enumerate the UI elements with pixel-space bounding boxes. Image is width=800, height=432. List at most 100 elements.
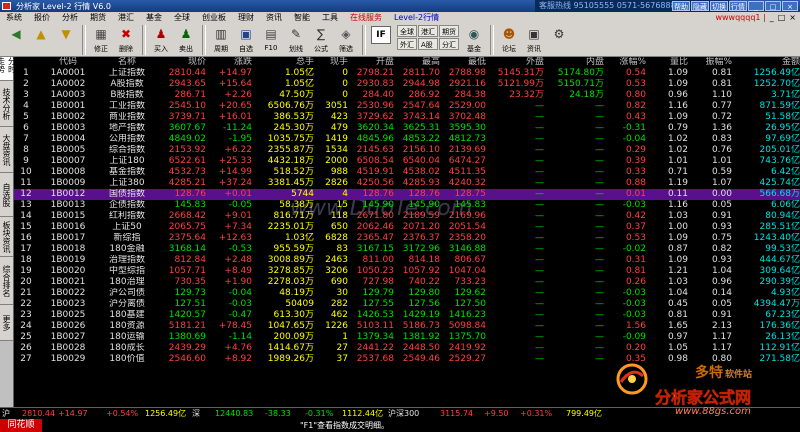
menu-analysis[interactable]: 分析 (56, 12, 84, 23)
table-row[interactable]: 24 1B0026 180资源 5181.21 +78.45 1047.65万 1226 51… (14, 321, 800, 332)
table-row[interactable]: 20 1B0021 180治理 730.35 +1.90 2278.03万 690 727.9… (14, 277, 800, 288)
column-header[interactable]: 代码 (38, 57, 98, 68)
column-header[interactable]: 涨幅% (604, 57, 646, 68)
table-row[interactable]: 8 1B0005 综合指数 2153.92 +6.22 2355.87万 1534 2145.… (14, 145, 800, 156)
table-row[interactable]: 6 1B0003 地产指数 3607.67 -11.24 245.30万 479 3620.3… (14, 123, 800, 134)
tb-fund-button[interactable]: ◉ 基金 (462, 23, 486, 55)
menu-smart[interactable]: 智能 (288, 12, 316, 23)
tb-custom-button[interactable]: ▣ 自选 (234, 23, 258, 55)
market-group-button[interactable]: 外汇 (397, 38, 417, 50)
table-row[interactable]: 12 1B0012 国债指数 128.76 +0.01 5744 4 128.76 128.76… (14, 189, 800, 200)
brand-button[interactable]: 同花顺 (0, 419, 42, 432)
maximize-button[interactable]: □ (765, 1, 781, 11)
menu-finance[interactable]: 理财 (232, 12, 260, 23)
table-row[interactable]: 19 1B0020 中型综指 1057.71 +8.49 3278.85万 3206 1050… (14, 266, 800, 277)
table-row[interactable]: 22 1B0023 沪分离债 127.51 -0.03 50409 282 127.55 127… (14, 299, 800, 310)
column-header[interactable]: 总手 (252, 57, 314, 68)
tb-filter-button[interactable]: ◈ 筛选 (334, 23, 358, 55)
table-row[interactable]: 17 1B0018 180金融 3168.14 -0.53 955.59万 83 3167.1… (14, 244, 800, 255)
left-tab[interactable]: 大盘资讯 (0, 127, 13, 173)
menu-global[interactable]: 全球 (168, 12, 196, 23)
table-cell: -0.03 (622, 288, 646, 298)
left-tab[interactable]: 技术分析 (0, 81, 13, 127)
column-header[interactable]: 最低 (440, 57, 486, 68)
left-tab[interactable]: 分时走势 (0, 57, 17, 81)
table-row[interactable]: 25 1B0027 180运输 1380.69 -1.14 200.09万 1 1379.34… (14, 332, 800, 343)
table-row[interactable]: 16 1B0017 新综指 2375.64 +12.63 1.03亿 6828 2365.47… (14, 233, 800, 244)
table-row[interactable]: 1 1A0001 上证指数 2810.44 +14.97 1.05亿 0 2798.21 281… (14, 68, 800, 79)
quote-button[interactable]: 行情 (729, 1, 747, 11)
market-group-button[interactable]: 全球 (397, 25, 417, 37)
menu-level2[interactable]: Level-2行情 (388, 12, 445, 23)
menu-futures[interactable]: 期货 (84, 12, 112, 23)
table-cell: 743.76亿 (759, 156, 800, 166)
table-row[interactable]: 14 1B0015 红利指数 2668.42 +9.01 816.71万 118 2671.8… (14, 211, 800, 222)
table-row[interactable]: 7 1B0004 公用指数 4849.02 -1.95 1035.75万 1419 4845.… (14, 134, 800, 145)
column-header[interactable]: 现价 (156, 57, 206, 68)
tb-delete-button[interactable]: ✖ 删除 (114, 23, 138, 55)
table-row[interactable]: 5 1B0002 商业指数 3739.71 +16.01 386.53万 423 3729.6… (14, 112, 800, 123)
help-button[interactable]: 帮助 (672, 1, 690, 11)
switch-button[interactable]: 切换 (710, 1, 728, 11)
table-row[interactable]: 11 1B0009 上证380 4285.21 +37.24 3381.45万 2826 42… (14, 178, 800, 189)
market-group-button[interactable]: 期货 (439, 25, 459, 37)
column-header[interactable]: 外盘 (486, 57, 544, 68)
menu-gem[interactable]: 创业板 (196, 12, 232, 23)
minimize-button[interactable]: _ (748, 1, 764, 11)
tb-bulletin-button[interactable]: ▣ 资讯 (522, 23, 546, 55)
tb-ruler-button[interactable]: ✎ 划线 (284, 23, 308, 55)
tb-back-button[interactable]: ◀ (4, 23, 28, 55)
mdi-close-button[interactable]: × (787, 13, 798, 22)
left-tab[interactable]: 更多 (0, 305, 13, 341)
tb-if-button[interactable]: IF (369, 23, 393, 55)
mdi-restore-button[interactable]: □ (776, 13, 788, 22)
column-header[interactable]: 最高 (394, 57, 440, 68)
column-header[interactable]: 内盘 (544, 57, 604, 68)
tb-f10-button[interactable]: ▤ F10 (259, 23, 283, 55)
table-row[interactable]: 23 1B0025 180基建 1420.57 -0.47 613.30万 462 1426.… (14, 310, 800, 321)
market-group-button[interactable]: 港汇 (418, 25, 438, 37)
tb-buy-button[interactable]: ♟ 买入 (149, 23, 173, 55)
tb-period-button[interactable]: ▥ 周期 (209, 23, 233, 55)
tb-sell-button[interactable]: ♟ 卖出 (174, 23, 198, 55)
tb-formula-button[interactable]: ∑ 公式 (309, 23, 333, 55)
menu-news[interactable]: 资讯 (260, 12, 288, 23)
column-header[interactable]: 现手 (314, 57, 348, 68)
table-row[interactable]: 10 1B0008 基金指数 4532.73 +14.99 518.52万 988 4519.… (14, 167, 800, 178)
table-row[interactable]: 15 1B0016 上证50 2065.75 +7.34 2235.01万 650 2062.… (14, 222, 800, 233)
table-row[interactable]: 26 1B0028 180成长 2439.29 +4.76 1414.67万 27 2441.… (14, 343, 800, 354)
menu-hk-fx[interactable]: 港汇 (112, 12, 140, 23)
column-header[interactable]: 开盘 (348, 57, 394, 68)
menu-fund[interactable]: 基金 (140, 12, 168, 23)
tb-settings-button[interactable]: ⚙ (547, 23, 571, 55)
tb-modify-button[interactable]: ▦ 修正 (89, 23, 113, 55)
column-header[interactable]: 金额 (732, 57, 800, 68)
table-row[interactable]: 9 1B0007 上证180 6522.61 +25.33 4432.18万 2000 650… (14, 156, 800, 167)
menu-quote[interactable]: 报价 (28, 12, 56, 23)
tb-down-button[interactable]: ▼ (54, 23, 78, 55)
left-tab[interactable]: 综合排名 (0, 257, 13, 305)
menu-tools[interactable]: 工具 (316, 12, 344, 23)
left-tab[interactable]: 自选股 (0, 173, 13, 217)
column-header[interactable]: 涨跌 (206, 57, 252, 68)
close-button[interactable]: × (782, 1, 798, 11)
column-header[interactable]: 量比 (646, 57, 688, 68)
table-row[interactable]: 21 1B0022 沪公司债 129.73 -0.04 48.19万 30 129.79 129… (14, 288, 800, 299)
user-id[interactable]: wwwqqqq1 | (713, 13, 767, 22)
column-header[interactable]: 振幅% (688, 57, 732, 68)
tb-up-button[interactable]: ▲ (29, 23, 53, 55)
tb-forum-button[interactable]: ☻ 论坛 (497, 23, 521, 55)
column-header[interactable]: 名称 (98, 57, 156, 68)
table-row[interactable]: 13 1B0013 企债指数 145.83 -0.05 58.38万 15 145.90 145… (14, 200, 800, 211)
table-row[interactable]: 4 1B0001 工业指数 2545.10 +20.65 6506.76万 3051 2530… (14, 101, 800, 112)
menu-online-service[interactable]: 在线服务 (344, 12, 388, 23)
table-row[interactable]: 2 1A0002 A股指数 2943.65 +15.64 1.05亿 0 2930.83 294… (14, 79, 800, 90)
table-row[interactable]: 18 1B0019 治理指数 812.84 +2.48 3008.89万 2463 811.0… (14, 255, 800, 266)
market-group-button[interactable]: 分汇 (439, 38, 459, 50)
hide-button[interactable]: 隐藏 (691, 1, 709, 11)
market-group-button[interactable]: A股 (418, 38, 438, 50)
mdi-minimize-button[interactable]: _ (768, 13, 776, 22)
menu-system[interactable]: 系统 (0, 12, 28, 23)
left-tab[interactable]: 板块资讯 (0, 217, 13, 257)
table-row[interactable]: 3 1A0003 B股指数 286.71 +2.26 47.50万 0 284.40 286.9… (14, 90, 800, 101)
